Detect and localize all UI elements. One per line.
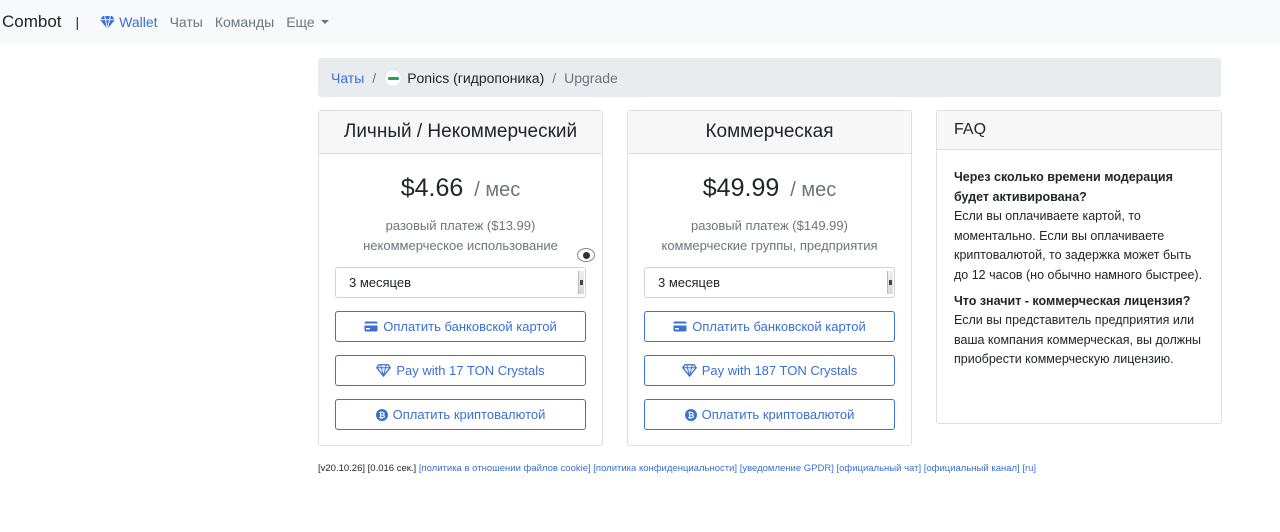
breadcrumb-chat[interactable]: Ponics (гидропоника) <box>384 68 545 87</box>
bitcoin-icon: ₿ <box>684 408 697 421</box>
credit-card-icon <box>673 321 687 332</box>
faq-answer: Если вы представитель предприятия или ва… <box>954 313 1202 367</box>
pay-ton-label: Pay with 187 TON Crystals <box>701 363 858 378</box>
faq-question: Что значит - коммерческая лицензия? <box>954 293 1191 308</box>
footer-timing: [0.016 сек.] <box>367 463 417 474</box>
footer-link-cookie-policy[interactable]: [политика в отношении файлов cookie] <box>419 463 591 474</box>
pay-ton-label: Pay with 17 TON Crystals <box>396 363 545 378</box>
select-arrow-icon <box>887 271 893 294</box>
nav-link-teams[interactable]: Команды <box>215 14 274 30</box>
footer-link-language[interactable]: [ru] <box>1022 463 1036 474</box>
footer-version: [v20.10.26] <box>318 463 366 474</box>
plan-one-time-payment: разовый платеж ($149.99) <box>691 218 848 233</box>
select-arrow-icon <box>578 271 584 294</box>
nav-dropdown-more[interactable]: Еще <box>286 14 329 30</box>
footer-link-gdpr[interactable]: [уведомление GPDR] <box>740 463 834 474</box>
plan-price: $49.99 / мес <box>628 174 911 203</box>
diamond-icon <box>376 364 392 377</box>
plan-one-time-payment: разовый платеж ($13.99) <box>385 218 536 233</box>
breadcrumb-current: Upgrade <box>564 69 618 86</box>
breadcrumb-separator: / <box>372 69 377 86</box>
chat-avatar <box>384 68 403 87</box>
plan-price-value: $49.99 <box>702 174 780 202</box>
navbar-separator: | <box>75 14 80 30</box>
pay-ton-button[interactable]: Pay with 17 TON Crystals <box>335 355 586 386</box>
faq-answer: Если вы оплачиваете картой, то моменталь… <box>954 209 1203 282</box>
plan-price-value: $4.66 <box>400 174 464 202</box>
brand-logo[interactable]: Combot <box>2 12 62 32</box>
pay-crypto-button[interactable]: ₿ Оплатить криптовалютой <box>335 399 586 430</box>
plan-card-personal: Личный / Некоммерческий $4.66 / мес разо… <box>318 110 603 446</box>
pay-ton-button[interactable]: Pay with 187 TON Crystals <box>644 355 895 386</box>
plan-description: разовый платеж ($13.99) некоммерческое и… <box>319 216 602 256</box>
pay-crypto-button[interactable]: ₿ Оплатить криптовалютой <box>644 399 895 430</box>
plan-title: Коммерческая <box>628 111 911 154</box>
faq-body: Через сколько времени модерация будет ак… <box>937 150 1221 370</box>
nav-link-wallet-label: Wallet <box>119 14 158 30</box>
pay-card-label: Оплатить банковской картой <box>692 319 866 334</box>
diamond-icon <box>100 15 116 29</box>
period-select-value: 3 месяцев <box>658 275 720 290</box>
breadcrumb-chat-name: Ponics (гидропоника) <box>407 69 545 86</box>
footer-link-official-chat[interactable]: [официальный чат] <box>836 463 921 474</box>
diamond-icon <box>681 364 697 377</box>
credit-card-icon <box>364 321 378 332</box>
period-select[interactable]: 3 месяцев <box>644 267 895 298</box>
svg-text:₿: ₿ <box>687 411 694 420</box>
period-select-value: 3 месяцев <box>349 275 411 290</box>
svg-text:₿: ₿ <box>378 411 385 420</box>
footer-link-official-channel[interactable]: [официальный канал] <box>924 463 1020 474</box>
footer-link-privacy-policy[interactable]: [политика конфиденциальности] <box>593 463 737 474</box>
pay-crypto-label: Оплатить криптовалютой <box>701 407 855 422</box>
caret-down-icon <box>320 20 329 24</box>
pay-card-button[interactable]: Оплатить банковской картой <box>644 311 895 342</box>
nav-link-chats[interactable]: Чаты <box>170 14 203 30</box>
pay-card-button[interactable]: Оплатить банковской картой <box>335 311 586 342</box>
plan-price-period: / мес <box>474 179 521 201</box>
breadcrumb-chats-link[interactable]: Чаты <box>331 70 364 86</box>
faq-card: FAQ Через сколько времени модерация буде… <box>936 110 1222 424</box>
breadcrumb: Чаты / Ponics (гидропоника) / Upgrade <box>318 58 1221 97</box>
plan-price-period: / мес <box>790 179 837 201</box>
eye-icon <box>577 248 595 262</box>
pay-card-label: Оплатить банковской картой <box>383 319 557 334</box>
plan-price: $4.66 / мес <box>319 174 602 203</box>
nav-link-wallet[interactable]: Wallet <box>100 14 158 30</box>
period-select[interactable]: 3 месяцев <box>335 267 586 298</box>
top-navbar: Combot | Wallet Чаты Команды Еще <box>0 0 1280 44</box>
plan-title: Личный / Некоммерческий <box>319 111 602 154</box>
breadcrumb-separator: / <box>552 69 557 86</box>
faq-title: FAQ <box>937 111 1221 150</box>
footer: [v20.10.26] [0.016 сек.] [политика в отн… <box>318 463 1036 474</box>
plan-card-commercial: Коммерческая $49.99 / мес разовый платеж… <box>627 110 912 446</box>
plan-usage: некоммерческое использование <box>363 238 558 253</box>
nav-dropdown-more-label: Еще <box>286 14 315 30</box>
pay-crypto-label: Оплатить криптовалютой <box>392 407 546 422</box>
plan-usage: коммерческие группы, предприятия <box>661 238 878 253</box>
faq-question: Через сколько времени модерация будет ак… <box>954 170 1173 204</box>
plan-description: разовый платеж ($149.99) коммерческие гр… <box>628 216 911 256</box>
bitcoin-icon: ₿ <box>375 408 388 421</box>
